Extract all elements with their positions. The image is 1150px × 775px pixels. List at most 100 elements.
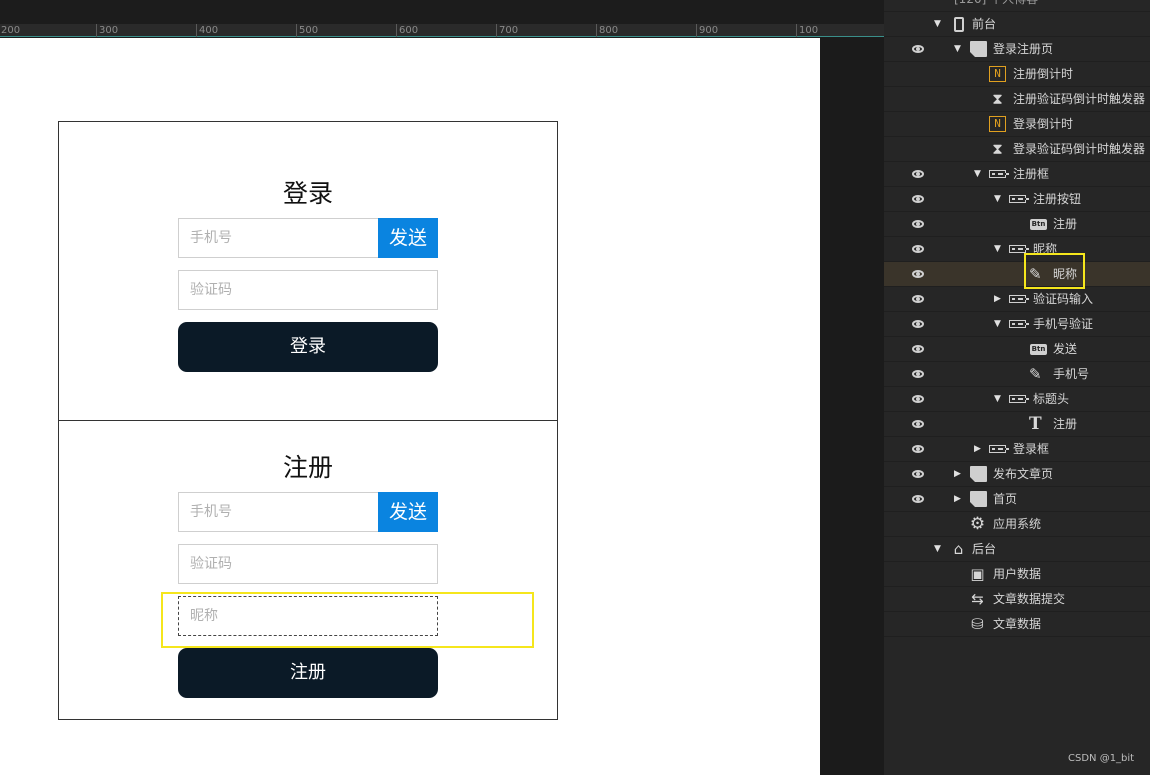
layer-row-publish-page[interactable]: ▶ 发布文章页 bbox=[884, 462, 1150, 487]
design-canvas[interactable]: 200 300 400 500 600 700 800 900 100 登录 手… bbox=[0, 0, 884, 775]
layer-label: 注册 bbox=[1053, 417, 1078, 431]
artboard[interactable]: 登录 手机号 发送 验证码 登录 注册 手机号 发送 验证码 昵称 注册 bbox=[0, 38, 820, 775]
layer-label: 注册框 bbox=[1013, 167, 1050, 181]
layer-row-login-box[interactable]: ▶ 登录框 bbox=[884, 437, 1150, 462]
eye-icon[interactable] bbox=[912, 445, 924, 453]
layer-row-login-countdown[interactable]: N 登录倒计时 bbox=[884, 112, 1150, 137]
layer-label: 标题头 bbox=[1033, 392, 1070, 406]
button-icon: Btn bbox=[1030, 219, 1047, 230]
layer-row-login-register-page[interactable]: ▼ 登录注册页 bbox=[884, 37, 1150, 62]
login-phone-input[interactable]: 手机号 bbox=[178, 218, 379, 258]
layer-row-phone-verify-group[interactable]: ▼ 手机号验证 bbox=[884, 312, 1150, 337]
layer-row-send-btn[interactable]: Btn 发送 bbox=[884, 337, 1150, 362]
caret-down-icon[interactable]: ▼ bbox=[994, 387, 1001, 411]
layer-row-nickname-input[interactable]: ✎ 昵称 bbox=[884, 262, 1150, 287]
layers-panel[interactable]: [120] 个人博客 ▼ 前台 ▼ 登录注册页 N 注册倒计时 ⧗ 注册验证码倒… bbox=[884, 0, 1150, 775]
caret-right-icon[interactable]: ▶ bbox=[954, 462, 961, 486]
text-icon: T bbox=[1029, 414, 1042, 434]
ruler-tick: 100 bbox=[796, 24, 818, 37]
layer-row-login-timer[interactable]: ⧗ 登录验证码倒计时触发器 bbox=[884, 137, 1150, 162]
caret-right-icon[interactable]: ▶ bbox=[994, 287, 1001, 311]
eye-icon[interactable] bbox=[912, 420, 924, 428]
watermark: CSDN @1_bit bbox=[1068, 753, 1135, 764]
layer-row-backend[interactable]: ▼ ⌂ 后台 bbox=[884, 537, 1150, 562]
group-icon bbox=[1009, 395, 1029, 403]
layer-label: 前台 bbox=[972, 17, 997, 31]
layer-row-frontend[interactable]: ▼ 前台 bbox=[884, 12, 1150, 37]
caret-down-icon[interactable]: ▼ bbox=[974, 162, 981, 186]
layer-row-register-text[interactable]: T 注册 bbox=[884, 412, 1150, 437]
layer-label: 注册按钮 bbox=[1033, 192, 1082, 206]
ruler-tick: 900 bbox=[696, 24, 718, 37]
layer-label: 登录注册页 bbox=[993, 42, 1054, 56]
layer-row-article-submit[interactable]: ⇆ 文章数据提交 bbox=[884, 587, 1150, 612]
caret-down-icon[interactable]: ▼ bbox=[994, 237, 1001, 261]
caret-down-icon[interactable]: ▼ bbox=[934, 12, 941, 36]
eye-icon[interactable] bbox=[912, 245, 924, 253]
layer-row-article-data[interactable]: ⛁ 文章数据 bbox=[884, 612, 1150, 637]
layer-label: 手机号 bbox=[1053, 367, 1090, 381]
eye-icon[interactable] bbox=[912, 470, 924, 478]
layer-row-register-btn[interactable]: Btn 注册 bbox=[884, 212, 1150, 237]
layer-label: 文章数据提交 bbox=[993, 592, 1066, 606]
layer-label: 验证码输入 bbox=[1033, 292, 1094, 306]
edit-icon: ✎ bbox=[1029, 265, 1042, 283]
register-phone-input[interactable]: 手机号 bbox=[178, 492, 379, 532]
layer-row-nickname-group[interactable]: ▼ 昵称 bbox=[884, 237, 1150, 262]
layer-row-register-countdown[interactable]: N 注册倒计时 bbox=[884, 62, 1150, 87]
layer-label: 昵称 bbox=[1033, 242, 1058, 256]
layer-label: 登录框 bbox=[1013, 442, 1050, 456]
login-box[interactable]: 登录 手机号 发送 验证码 登录 bbox=[58, 121, 558, 421]
eye-icon[interactable] bbox=[912, 195, 924, 203]
login-code-input[interactable]: 验证码 bbox=[178, 270, 438, 310]
caret-right-icon[interactable]: ▶ bbox=[954, 487, 961, 511]
eye-icon[interactable] bbox=[912, 320, 924, 328]
sync-icon: ⇆ bbox=[971, 590, 984, 608]
layer-label: [120] 个人博客 bbox=[954, 0, 1038, 11]
layer-label: 注册 bbox=[1053, 217, 1078, 231]
ruler-tick: 600 bbox=[396, 24, 418, 37]
layer-row-register-box[interactable]: ▼ 注册框 bbox=[884, 162, 1150, 187]
register-button[interactable]: 注册 bbox=[178, 648, 438, 698]
register-code-input[interactable]: 验证码 bbox=[178, 544, 438, 584]
login-button[interactable]: 登录 bbox=[178, 322, 438, 372]
caret-right-icon[interactable]: ▶ bbox=[974, 437, 981, 461]
layer-label: 应用系统 bbox=[993, 517, 1042, 531]
layer-row-code-input-group[interactable]: ▶ 验证码输入 bbox=[884, 287, 1150, 312]
layer-row-register-timer[interactable]: ⧗ 注册验证码倒计时触发器 bbox=[884, 87, 1150, 112]
caret-down-icon[interactable]: ▼ bbox=[954, 37, 961, 61]
group-icon bbox=[989, 170, 1009, 178]
eye-icon[interactable] bbox=[912, 270, 924, 278]
caret-down-icon[interactable]: ▼ bbox=[994, 187, 1001, 211]
eye-icon[interactable] bbox=[912, 345, 924, 353]
layer-row-title-group[interactable]: ▼ 标题头 bbox=[884, 387, 1150, 412]
register-send-button[interactable]: 发送 bbox=[378, 492, 438, 532]
layer-row-register-button-group[interactable]: ▼ 注册按钮 bbox=[884, 187, 1150, 212]
register-box[interactable]: 注册 手机号 发送 验证码 昵称 注册 bbox=[58, 420, 558, 720]
hourglass-icon: ⧗ bbox=[992, 140, 1003, 158]
layer-row-home-page[interactable]: ▶ 首页 bbox=[884, 487, 1150, 512]
layer-label: 手机号验证 bbox=[1033, 317, 1094, 331]
eye-icon[interactable] bbox=[912, 170, 924, 178]
eye-icon[interactable] bbox=[912, 395, 924, 403]
caret-down-icon[interactable]: ▼ bbox=[934, 537, 941, 561]
group-icon bbox=[1009, 245, 1029, 253]
eye-icon[interactable] bbox=[912, 495, 924, 503]
layer-label: 昵称 bbox=[1053, 267, 1078, 281]
layer-row-user-data[interactable]: ▣ 用户数据 bbox=[884, 562, 1150, 587]
eye-icon[interactable] bbox=[912, 45, 924, 53]
login-send-button[interactable]: 发送 bbox=[378, 218, 438, 258]
eye-icon[interactable] bbox=[912, 295, 924, 303]
eye-icon[interactable] bbox=[912, 220, 924, 228]
ruler-tick: 500 bbox=[296, 24, 318, 37]
login-title: 登录 bbox=[282, 179, 333, 208]
group-icon bbox=[1009, 195, 1029, 203]
n-variable-icon: N bbox=[989, 116, 1006, 132]
layer-label: 发布文章页 bbox=[993, 467, 1054, 481]
register-nickname-input[interactable]: 昵称 bbox=[178, 596, 438, 636]
eye-icon[interactable] bbox=[912, 370, 924, 378]
layer-row-app-system[interactable]: ⚙ 应用系统 bbox=[884, 512, 1150, 537]
layer-row-phone-input[interactable]: ✎ 手机号 bbox=[884, 362, 1150, 387]
layer-row-root[interactable]: [120] 个人博客 bbox=[884, 0, 1150, 12]
caret-down-icon[interactable]: ▼ bbox=[994, 312, 1001, 336]
